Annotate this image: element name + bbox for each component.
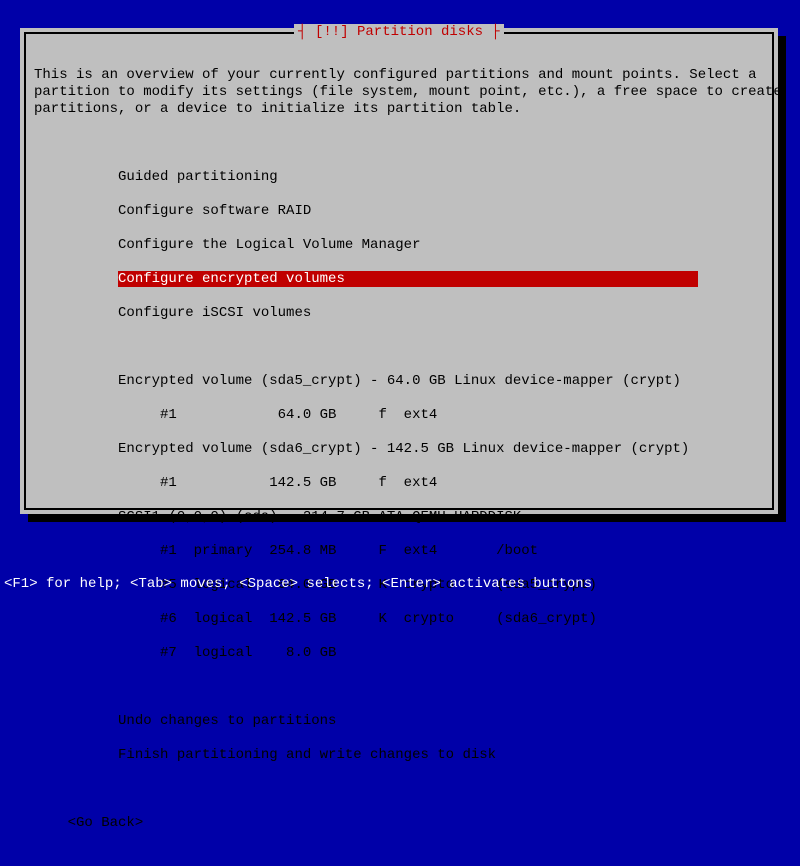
partition-row[interactable]: #6 logical 142.5 GB K crypto (sda6_crypt…	[34, 611, 764, 628]
spacer	[34, 781, 764, 798]
menu-item-raid[interactable]: Configure software RAID	[34, 203, 764, 220]
partition-row[interactable]: #1 primary 254.8 MB F ext4 /boot	[34, 543, 764, 560]
partition-dialog: ┤ [!!] Partition disks ├ This is an over…	[20, 28, 778, 514]
undo-changes[interactable]: Undo changes to partitions	[34, 713, 764, 730]
menu-item-guided[interactable]: Guided partitioning	[34, 169, 764, 186]
device-header-sda5crypt[interactable]: Encrypted volume (sda5_crypt) - 64.0 GB …	[34, 373, 764, 390]
description-text: This is an overview of your currently co…	[34, 67, 764, 118]
partition-row[interactable]: #1 64.0 GB f ext4	[34, 407, 764, 424]
go-back-button[interactable]: <Go Back>	[34, 815, 764, 832]
device-header-sda6crypt[interactable]: Encrypted volume (sda6_crypt) - 142.5 GB…	[34, 441, 764, 458]
dialog-title: ┤ [!!] Partition disks ├	[294, 24, 504, 40]
device-header-sda[interactable]: SCSI1 (0,0,0) (sda) - 214.7 GB ATA QEMU …	[34, 509, 764, 526]
spacer	[34, 135, 764, 152]
dialog-title-wrap: ┤ [!!] Partition disks ├	[26, 24, 772, 40]
partition-row[interactable]: #1 142.5 GB f ext4	[34, 475, 764, 492]
partition-row[interactable]: #7 logical 8.0 GB	[34, 645, 764, 662]
menu-item-iscsi[interactable]: Configure iSCSI volumes	[34, 305, 764, 322]
menu-item-lvm[interactable]: Configure the Logical Volume Manager	[34, 237, 764, 254]
dialog-content: This is an overview of your currently co…	[34, 50, 764, 866]
spacer	[34, 339, 764, 356]
dialog-frame: ┤ [!!] Partition disks ├ This is an over…	[24, 32, 774, 510]
finish-partitioning[interactable]: Finish partitioning and write changes to…	[34, 747, 764, 764]
menu-item-encrypted[interactable]: Configure encrypted volumes	[34, 271, 764, 288]
help-footer: <F1> for help; <Tab> moves; <Space> sele…	[0, 576, 592, 592]
spacer	[34, 679, 764, 696]
